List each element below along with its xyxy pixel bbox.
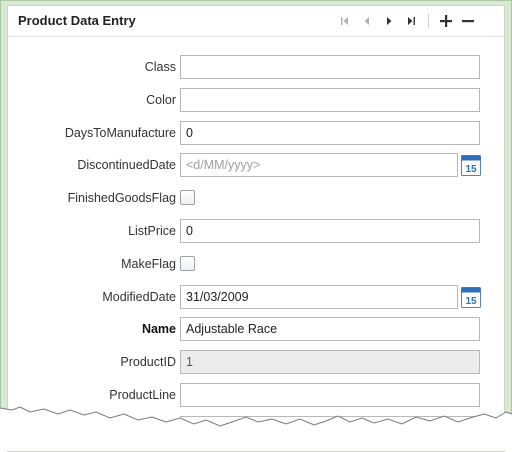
field-row-productid: ProductID — [8, 350, 504, 376]
field-row-modifieddate: ModifiedDate 15 — [8, 284, 504, 311]
name-input[interactable] — [180, 317, 480, 342]
panel-header: Product Data Entry — [8, 6, 504, 37]
field-label-color: Color — [146, 92, 176, 107]
calendar-icon[interactable]: 15 — [461, 155, 481, 177]
productid-input[interactable] — [180, 350, 480, 375]
field-row-name: Name — [8, 317, 504, 343]
remove-icon[interactable] — [457, 12, 479, 30]
first-page-icon[interactable] — [334, 12, 356, 30]
field-label-daystomanufacture: DaysToManufacture — [64, 125, 176, 140]
field-row-listprice: ListPrice — [8, 219, 504, 245]
field-label-discontinueddate: DiscontinuedDate — [77, 158, 176, 173]
field-row-makeflag: MakeFlag — [8, 252, 504, 278]
last-page-icon[interactable] — [400, 12, 422, 30]
svg-text:15: 15 — [465, 164, 477, 175]
previous-page-icon[interactable] — [356, 12, 378, 30]
window-frame: Product Data Entry Class Color DaysToMan… — [0, 0, 512, 452]
field-label-makeflag: MakeFlag — [121, 256, 176, 271]
field-label-listprice: ListPrice — [128, 224, 176, 238]
record-navigator — [334, 12, 479, 30]
finishedgoodsflag-checkbox[interactable] — [180, 190, 195, 206]
next-page-icon[interactable] — [378, 12, 400, 30]
modifieddate-input[interactable] — [180, 284, 458, 309]
field-row-daystomanufacture: DaysToManufacture — [8, 120, 504, 147]
nav-separator — [428, 14, 429, 28]
panel-title: Product Data Entry — [18, 13, 136, 28]
listprice-input[interactable] — [180, 219, 480, 243]
field-label-finishedgoodsflag: FinishedGoodsFlag — [67, 191, 176, 206]
field-row-discontinueddate: DiscontinuedDate 15 — [8, 153, 504, 179]
daystomanufacture-input[interactable] — [180, 120, 480, 145]
data-entry-panel: Product Data Entry Class Color DaysToMan… — [7, 5, 505, 452]
field-row-class: Class — [8, 55, 504, 81]
class-input[interactable] — [180, 55, 480, 79]
calendar-icon[interactable]: 15 — [461, 286, 481, 308]
field-row-finishedgoodsflag: FinishedGoodsFlag — [8, 186, 504, 212]
field-row-color: Color — [8, 87, 504, 114]
field-label-modifieddate: ModifiedDate — [102, 289, 176, 304]
torn-edge — [0, 406, 512, 451]
field-label-class: Class — [144, 60, 176, 74]
field-label-name: Name — [141, 322, 176, 337]
add-icon[interactable] — [435, 12, 457, 30]
color-input[interactable] — [180, 87, 480, 112]
svg-text:15: 15 — [465, 296, 477, 307]
discontinueddate-input[interactable] — [180, 153, 458, 178]
field-label-productid: ProductID — [120, 355, 176, 370]
makeflag-checkbox[interactable] — [180, 255, 195, 271]
